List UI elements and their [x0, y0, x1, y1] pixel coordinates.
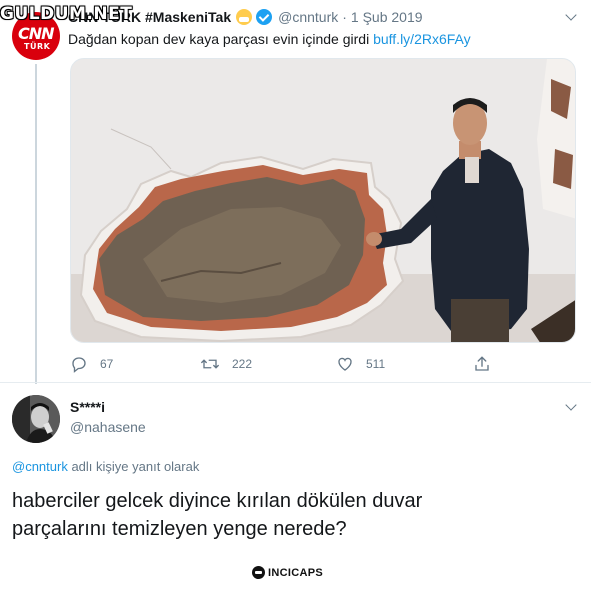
- tweet-reply[interactable]: S****i @nahasene @cnnturk adlı kişiye ya…: [0, 383, 591, 591]
- retweet-count: 222: [232, 357, 253, 371]
- author-handle[interactable]: @cnnturk: [278, 9, 338, 25]
- reply-count: 67: [100, 357, 114, 371]
- retweet-button[interactable]: 222: [200, 355, 252, 373]
- replying-to: @cnnturk adlı kişiye yanıt olarak: [12, 459, 199, 474]
- like-button[interactable]: 511: [336, 355, 385, 373]
- heart-icon: [338, 357, 352, 371]
- author-handle[interactable]: @nahasene: [70, 419, 146, 435]
- reply-button[interactable]: 67: [70, 355, 113, 373]
- reply-mention-link[interactable]: @cnnturk: [12, 459, 68, 474]
- mask-emoji-icon: [236, 9, 253, 25]
- verified-badge-icon: [256, 9, 273, 25]
- reply-icon: [72, 357, 86, 373]
- chevron-down-icon[interactable]: [565, 399, 577, 411]
- tweet-link[interactable]: buff.ly/2Rx6FAy: [373, 31, 471, 47]
- brand-watermark: INCICAPS: [252, 566, 323, 579]
- share-icon: [475, 356, 489, 371]
- avatar-illustration: [12, 395, 60, 443]
- tweet-original[interactable]: CNN TÜRK CNN TÜRK #MaskeniTak @cnnturk ·…: [0, 0, 591, 384]
- reply-to-label: adlı kişiye yanıt olarak: [71, 459, 200, 474]
- brand-label: INCICAPS: [268, 566, 323, 579]
- reply-text: haberciler gelcek diyince kırılan döküle…: [12, 490, 423, 540]
- tweet-date[interactable]: 1 Şub 2019: [351, 9, 423, 25]
- separator-dot: ·: [342, 9, 347, 25]
- chevron-down-icon[interactable]: [565, 9, 577, 21]
- incicaps-logo-icon: [252, 566, 265, 579]
- retweet-icon: [201, 359, 219, 369]
- tweet-text: Dağdan kopan dev kaya parçası evin içind…: [68, 31, 471, 47]
- tweet-body: Dağdan kopan dev kaya parçası evin içind…: [68, 31, 370, 47]
- watermark: GULDUM.NET: [0, 4, 133, 24]
- avatar-nahasene[interactable]: [12, 395, 60, 443]
- tweet-actions: 67 222 511: [68, 355, 568, 375]
- avatar-logo-text: CNN: [18, 24, 55, 43]
- like-count: 511: [366, 357, 386, 371]
- thread-connector: [35, 64, 37, 384]
- author-name[interactable]: S****i: [70, 399, 105, 415]
- share-button[interactable]: [473, 355, 503, 373]
- avatar-logo-subtext: TÜRK: [24, 42, 51, 51]
- photo-illustration: [71, 59, 575, 342]
- tweet-photo[interactable]: [70, 58, 576, 343]
